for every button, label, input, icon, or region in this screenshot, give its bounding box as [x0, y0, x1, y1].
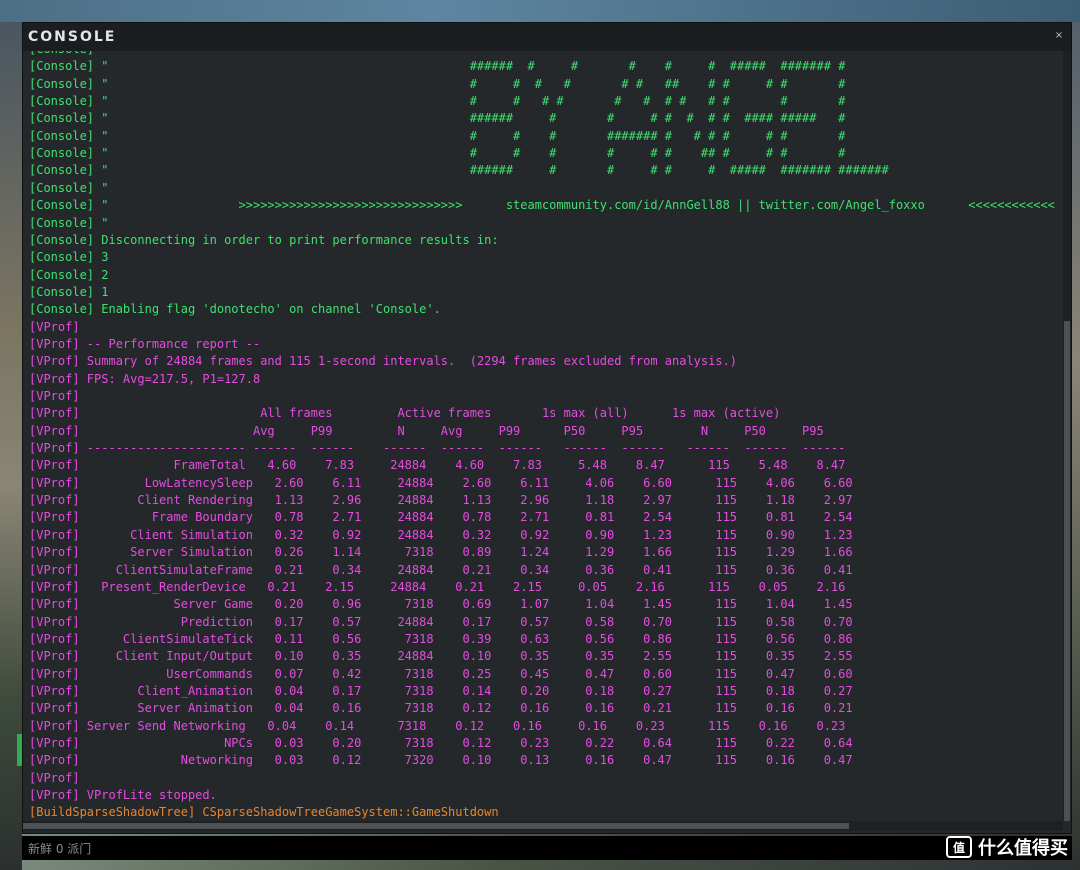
watermark: 值 什么值得买 [946, 832, 1068, 862]
log-line: [VProf] Server Animation 0.04 0.16 7318 … [29, 701, 853, 716]
log-line: [VProf] Summary of 24884 frames and 115 … [29, 354, 738, 369]
close-icon[interactable]: × [1053, 29, 1065, 43]
log-line: [Console] " # # # # # # ## # # # # [29, 146, 846, 161]
log-line: [VProf] Client Input/Output 0.10 0.35 24… [29, 649, 853, 664]
console-window: CONSOLE × [Console] [Console] " ###### #… [22, 22, 1072, 834]
watermark-text: 什么值得买 [978, 838, 1068, 859]
log-line: [Console] " # # # # # # ## # # # # # [29, 76, 846, 91]
log-line: [Console] Enabling flag 'donotecho' on c… [29, 302, 441, 317]
log-line: [VProf] Server Game 0.20 0.96 7318 0.69 … [29, 597, 853, 612]
log-line: [VProf] VProfLite stopped. [29, 788, 217, 803]
vertical-scrollbar[interactable] [1063, 51, 1071, 821]
log-line: [VProf] All frames Active frames 1s max … [29, 406, 781, 421]
log-line: [VProf] [29, 319, 80, 334]
log-line: [Console] " [29, 180, 109, 195]
watermark-logo: 值 [946, 836, 972, 858]
window-title: CONSOLE [28, 29, 117, 45]
log-line: [VProf] Present_RenderDevice 0.21 2.15 2… [29, 579, 846, 594]
log-line: [VProf] Frame Boundary 0.78 2.71 24884 0… [29, 510, 853, 525]
console-input[interactable]: 新鲜 0 派门 [22, 836, 1072, 860]
log-line: [VProf] Avg P99 N Avg P99 P50 P95 N P50 … [29, 423, 824, 438]
log-line: [Console] Disconnecting in order to prin… [29, 232, 499, 247]
vertical-scrollbar-thumb[interactable] [1064, 321, 1070, 821]
log-line: [VProf] ClientSimulateTick 0.11 0.56 731… [29, 631, 853, 646]
desktop-background-right [1072, 22, 1080, 870]
console-input-text: 新鲜 0 派门 [28, 842, 92, 856]
log-line: [VProf] Server Simulation 0.26 1.14 7318… [29, 545, 853, 560]
log-line: [Console] " >>>>>>>>>>>>>>>>>>>>>>>>>>>>… [29, 198, 1055, 213]
log-line: [VProf] Server Send Networking 0.04 0.14… [29, 718, 846, 733]
log-line: [VProf] UserCommands 0.07 0.42 7318 0.25… [29, 666, 853, 681]
log-line: [Console] " # # # # # # # # # # # # [29, 94, 846, 109]
log-line: [VProf] ---------------------- ------ --… [29, 441, 846, 456]
log-line: [VProf] -- Performance report -- [29, 336, 261, 351]
log-line: [Console] 2 [29, 267, 109, 282]
log-line: [VProf] Prediction 0.17 0.57 24884 0.17 … [29, 614, 853, 629]
log-line: [VProf] Client Simulation 0.32 0.92 2488… [29, 527, 853, 542]
log-line: [Console] " # # # ####### # # # # # # # [29, 128, 846, 143]
log-line: [VProf] Client_Animation 0.04 0.17 7318 … [29, 683, 853, 698]
log-line: [Console] [29, 51, 101, 58]
console-log[interactable]: [Console] [Console] " ###### # # # # # #… [29, 51, 1059, 821]
log-line: [Console] " ###### # # # # # ##### #####… [29, 163, 889, 178]
log-line: [Console] 1 [29, 284, 109, 299]
desktop-background-top [0, 0, 1080, 22]
log-line: [VProf] ClientSimulateFrame 0.21 0.34 24… [29, 562, 853, 577]
log-line: [VProf] [29, 770, 80, 785]
log-line: [BuildSparseShadowTree] CSparseShadowTre… [29, 805, 499, 820]
log-line: [Console] 3 [29, 250, 109, 265]
log-line: [VProf] Client Rendering 1.13 2.96 24884… [29, 493, 853, 508]
log-line: [Console] " ###### # # # # # # # #### ##… [29, 111, 846, 126]
log-line: [VProf] FrameTotal 4.60 7.83 24884 4.60 … [29, 458, 846, 473]
horizontal-scrollbar[interactable] [23, 821, 1063, 831]
log-line: [VProf] LowLatencySleep 2.60 6.11 24884 … [29, 475, 853, 490]
log-line: [Console] " [29, 215, 109, 230]
log-line: [VProf] [29, 389, 80, 403]
log-line: [VProf] Networking 0.03 0.12 7320 0.10 0… [29, 753, 853, 768]
title-bar[interactable]: CONSOLE × [23, 23, 1071, 51]
log-line: [Console] " ###### # # # # # ##### #####… [29, 59, 846, 74]
log-line: [VProf] FPS: Avg=217.5, P1=127.8 [29, 371, 261, 386]
horizontal-scrollbar-thumb[interactable] [23, 823, 849, 829]
log-line: [VProf] NPCs 0.03 0.20 7318 0.12 0.23 0.… [29, 736, 853, 750]
